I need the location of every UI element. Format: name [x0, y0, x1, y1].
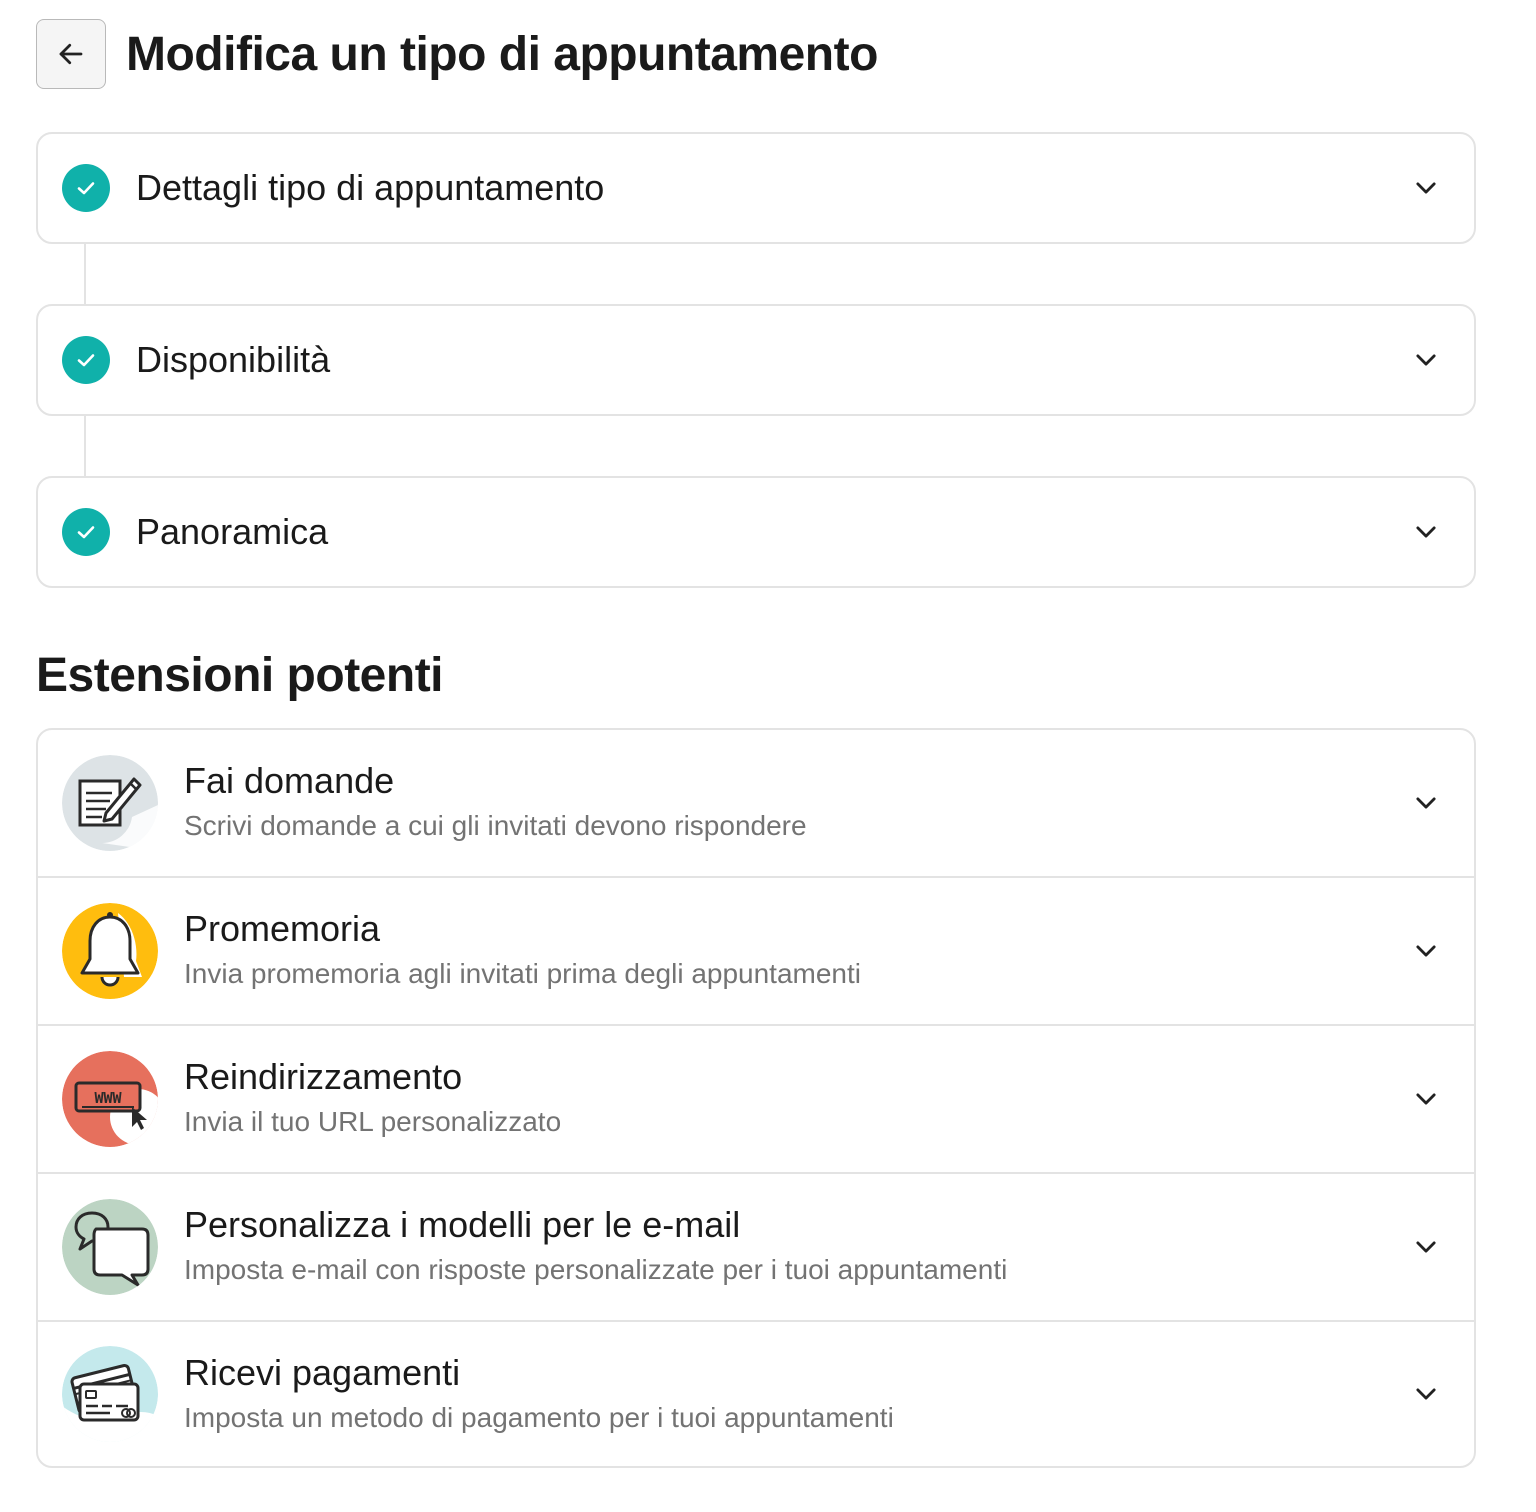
chevron-down-icon[interactable] [1412, 1380, 1440, 1408]
chevron-down-icon[interactable] [1412, 174, 1440, 202]
page-title: Modifica un tipo di appuntamento [126, 27, 878, 81]
check-circle-icon [62, 164, 110, 212]
chevron-down-icon[interactable] [1412, 1085, 1440, 1113]
chevron-down-icon[interactable] [1412, 937, 1440, 965]
form-pencil-icon [62, 755, 158, 851]
extensions-heading: Estensioni potenti [36, 649, 444, 702]
bell-icon [62, 903, 158, 999]
extension-subtitle: Scrivi domande a cui gli invitati devono… [184, 810, 807, 841]
extension-fai-domande[interactable]: Fai domande Scrivi domande a cui gli inv… [38, 730, 1474, 878]
extension-title: Ricevi pagamenti [184, 1352, 461, 1393]
step-dettagli[interactable]: Dettagli tipo di appuntamento [36, 132, 1476, 244]
chevron-down-icon[interactable] [1412, 518, 1440, 546]
extension-subtitle: Imposta e-mail con risposte personalizza… [184, 1254, 1008, 1285]
arrow-left-icon [59, 43, 83, 65]
step-label: Dettagli tipo di appuntamento [136, 167, 605, 208]
chevron-down-icon[interactable] [1412, 789, 1440, 817]
credit-cards-icon [62, 1346, 158, 1442]
extension-subtitle: Invia promemoria agli invitati prima deg… [184, 958, 862, 989]
chat-bubbles-icon [62, 1199, 158, 1295]
svg-text:WWW: WWW [94, 1089, 122, 1107]
extensions-list: Fai domande Scrivi domande a cui gli inv… [36, 728, 1476, 1468]
chevron-down-icon[interactable] [1412, 1233, 1440, 1261]
step-panoramica[interactable]: Panoramica [36, 476, 1476, 588]
step-connector [84, 416, 86, 476]
step-label: Panoramica [136, 511, 329, 552]
check-circle-icon [62, 336, 110, 384]
extension-title: Reindirizzamento [184, 1056, 463, 1097]
page-header: Modifica un tipo di appuntamento [36, 18, 878, 90]
check-circle-icon [62, 508, 110, 556]
extension-modelli-email[interactable]: Personalizza i modelli per le e-mail Imp… [38, 1174, 1474, 1322]
extension-reindirizzamento[interactable]: WWW Reindirizzamento Invia il tuo URL pe… [38, 1026, 1474, 1174]
step-disponibilita[interactable]: Disponibilità [36, 304, 1476, 416]
extension-title: Personalizza i modelli per le e-mail [184, 1204, 741, 1245]
extension-subtitle: Invia il tuo URL personalizzato [184, 1106, 562, 1137]
step-connector [84, 244, 86, 304]
extension-promemoria[interactable]: Promemoria Invia promemoria agli invitat… [38, 878, 1474, 1026]
extension-subtitle: Imposta un metodo di pagamento per i tuo… [184, 1402, 894, 1433]
back-button[interactable] [36, 19, 106, 89]
extension-title: Promemoria [184, 908, 381, 949]
chevron-down-icon[interactable] [1412, 346, 1440, 374]
extension-title: Fai domande [184, 760, 395, 801]
step-label: Disponibilità [136, 339, 331, 380]
extension-pagamenti[interactable]: Ricevi pagamenti Imposta un metodo di pa… [38, 1322, 1474, 1466]
www-cursor-icon: WWW [62, 1051, 158, 1147]
